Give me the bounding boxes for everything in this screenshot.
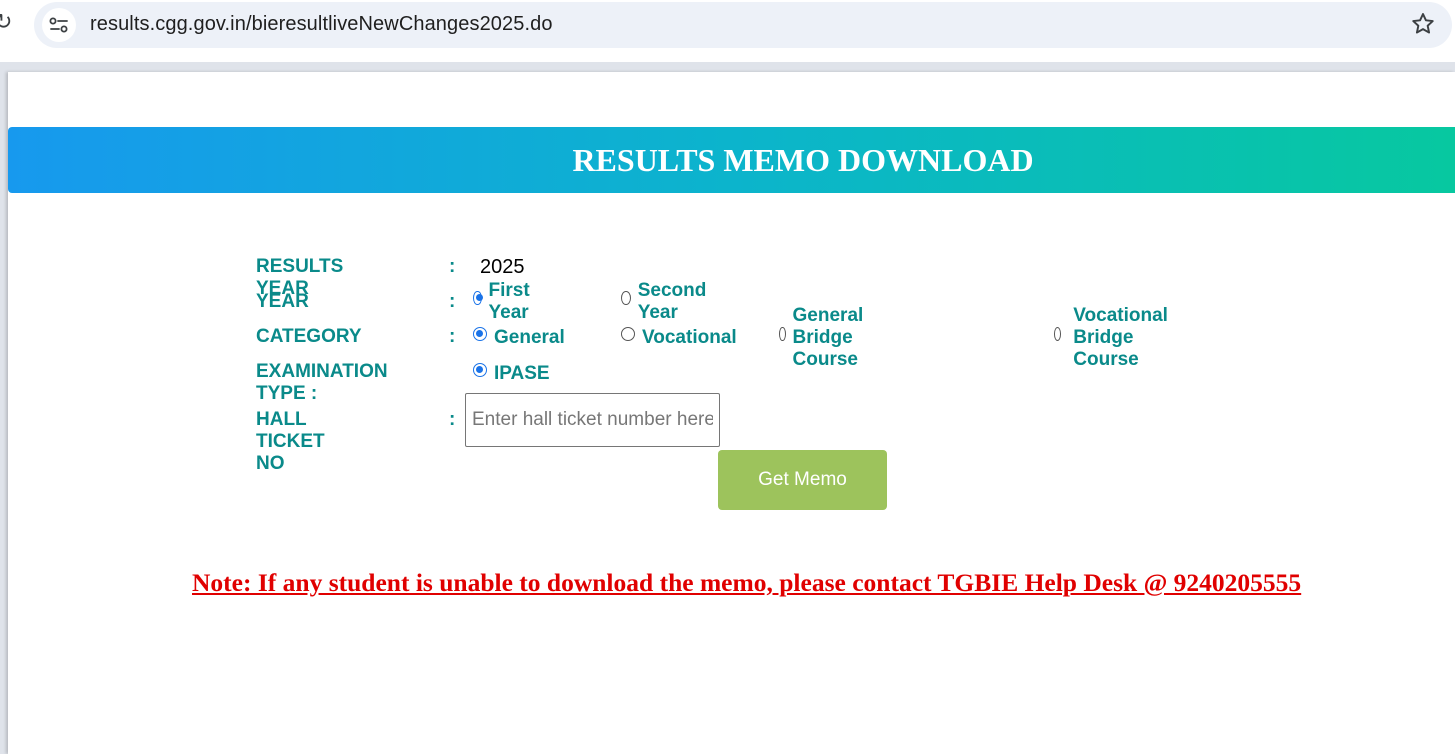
reload-icon[interactable]: ↻	[0, 10, 12, 35]
radio-label: General	[494, 327, 565, 348]
radio-label: Second Year	[637, 280, 707, 323]
hall-ticket-input[interactable]	[465, 393, 720, 447]
radio-label: Vocational Bridge Course	[1073, 305, 1168, 370]
year-label: YEAR	[256, 291, 309, 312]
radio-button-checked[interactable]	[473, 291, 483, 305]
page-title: RESULTS MEMO DOWNLOAD	[572, 142, 1034, 178]
radio-button[interactable]	[621, 327, 635, 341]
page-viewport: RESULTS MEMO DOWNLOAD RESULTS YEAR : 202…	[0, 62, 1455, 754]
radio-label: Vocational	[642, 327, 737, 348]
radio-label: General Bridge Course	[792, 305, 864, 370]
radio-button-checked[interactable]	[473, 327, 487, 341]
radio-second-year[interactable]: Second Year	[621, 280, 711, 323]
header-banner: RESULTS MEMO DOWNLOAD	[8, 127, 1455, 193]
radio-vocational[interactable]: Vocational	[621, 326, 737, 350]
help-desk-note: Note: If any student is unable to downlo…	[192, 568, 1302, 597]
radio-button-checked[interactable]	[473, 363, 487, 377]
url-text[interactable]: results.cgg.gov.in/bieresultliveNewChang…	[90, 13, 553, 36]
get-memo-button[interactable]: Get Memo	[718, 450, 887, 510]
category-label: CATEGORY	[256, 326, 362, 347]
separator: :	[449, 256, 456, 277]
browser-toolbar: ↻ results.cgg.gov.in/bieresultliveNewCha…	[0, 0, 1455, 62]
radio-label: First Year	[488, 280, 530, 323]
radio-ipase[interactable]: IPASE	[473, 362, 550, 386]
radio-button[interactable]	[621, 291, 631, 305]
exam-type-label: EXAMINATION TYPE :	[256, 361, 388, 404]
radio-button[interactable]	[779, 327, 786, 341]
star-icon[interactable]	[1410, 11, 1436, 42]
radio-general-bridge-course[interactable]: General Bridge Course	[779, 305, 871, 370]
tune-icon[interactable]	[42, 8, 76, 42]
separator: :	[449, 291, 456, 312]
separator: :	[449, 409, 456, 430]
radio-vocational-bridge-course[interactable]: Vocational Bridge Course	[1054, 305, 1175, 370]
separator: :	[449, 326, 456, 347]
radio-first-year[interactable]: First Year	[473, 280, 535, 323]
radio-general[interactable]: General	[473, 326, 565, 350]
radio-label: IPASE	[494, 363, 550, 384]
hall-ticket-label: HALL TICKET NO	[256, 409, 325, 474]
page-content: RESULTS MEMO DOWNLOAD RESULTS YEAR : 202…	[8, 72, 1455, 754]
address-bar[interactable]: results.cgg.gov.in/bieresultliveNewChang…	[34, 2, 1452, 48]
results-year-value: 2025	[480, 256, 525, 278]
radio-button[interactable]	[1054, 327, 1062, 341]
